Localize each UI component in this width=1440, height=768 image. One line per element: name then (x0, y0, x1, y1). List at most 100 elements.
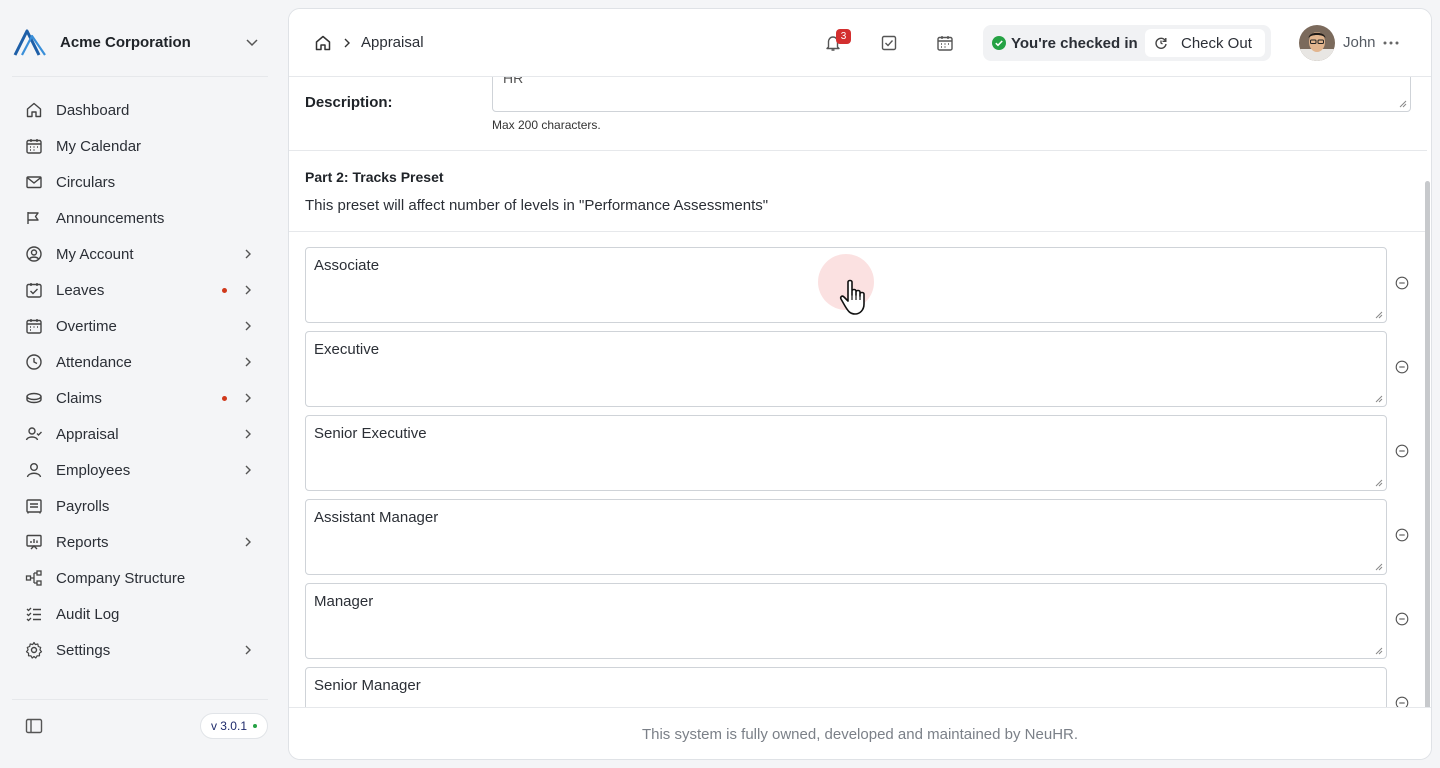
minus-circle-icon[interactable] (1394, 527, 1410, 543)
sidebar-item-overtime[interactable]: Overtime (12, 308, 268, 344)
chevron-right-icon (340, 35, 354, 51)
chevron-right-icon (240, 282, 256, 298)
level-row: Assistant Manager (305, 499, 1415, 575)
sidebar-divider (12, 76, 268, 77)
org-switcher[interactable]: Acme Corporation (12, 24, 268, 60)
description-textarea[interactable]: HR (492, 77, 1411, 112)
sidebar-nav: Dashboard My Calendar Circulars Announce… (12, 92, 268, 668)
sidebar-item-reports[interactable]: Reports (12, 524, 268, 560)
chevron-right-icon (240, 462, 256, 478)
description-hint: Max 200 characters. (492, 118, 601, 132)
top-bar: Appraisal 3 You're checked in Check Out … (289, 9, 1431, 77)
task-check-icon[interactable] (879, 33, 899, 53)
level-textarea[interactable]: Associate (305, 247, 1387, 323)
mail-icon (24, 172, 44, 192)
version-text: v 3.0.1 (210, 719, 247, 733)
level-row: Senior Manager (305, 667, 1415, 707)
minus-circle-icon[interactable] (1394, 443, 1410, 459)
resize-handle-icon[interactable] (1375, 563, 1383, 571)
user-check-icon (24, 424, 44, 444)
sidebar-item-company-structure[interactable]: Company Structure (12, 560, 268, 596)
sidebar-divider (12, 699, 268, 700)
sidebar-item-dashboard[interactable]: Dashboard (12, 92, 268, 128)
calendar-icon (24, 136, 44, 156)
sidebar-item-leaves[interactable]: Leaves (12, 272, 268, 308)
check-out-button[interactable]: Check Out (1145, 29, 1265, 57)
level-value: Executive (314, 341, 380, 358)
checklist-icon (24, 604, 44, 624)
level-row: Associate (305, 247, 1415, 323)
sidebar-item-attendance[interactable]: Attendance (12, 344, 268, 380)
sidebar-item-payrolls[interactable]: Payrolls (12, 488, 268, 524)
level-textarea[interactable]: Senior Manager (305, 667, 1387, 707)
level-textarea[interactable]: Executive (305, 331, 1387, 407)
sidebar-item-claims[interactable]: Claims (12, 380, 268, 416)
home-icon[interactable] (313, 33, 333, 53)
section-divider (289, 150, 1427, 151)
level-value: Senior Executive (314, 425, 427, 442)
level-row: Manager (305, 583, 1415, 659)
level-textarea[interactable]: Assistant Manager (305, 499, 1387, 575)
chevron-right-icon (240, 642, 256, 658)
sidebar-item-label: My Account (56, 245, 134, 263)
resize-handle-icon[interactable] (1375, 479, 1383, 487)
more-horizontal-icon[interactable] (1381, 33, 1401, 53)
checkin-status-pill: You're checked in Check Out (983, 25, 1271, 61)
level-value: Assistant Manager (314, 509, 439, 526)
level-textarea[interactable]: Senior Executive (305, 415, 1387, 491)
sidebar-item-employees[interactable]: Employees (12, 452, 268, 488)
sidebar-item-audit-log[interactable]: Audit Log (12, 596, 268, 632)
calendar-check-icon (24, 280, 44, 300)
sidebar-item-label: Appraisal (56, 425, 119, 443)
sidebar-item-my-calendar[interactable]: My Calendar (12, 128, 268, 164)
minus-circle-icon[interactable] (1394, 275, 1410, 291)
chevron-down-icon[interactable] (242, 32, 262, 52)
sidebar-item-label: Payrolls (56, 497, 110, 515)
sidebar-item-label: Company Structure (56, 569, 186, 587)
user-circle-icon (24, 244, 44, 264)
gear-icon (24, 640, 44, 660)
level-value: Associate (314, 257, 380, 274)
sidebar-item-circulars[interactable]: Circulars (12, 164, 268, 200)
section-divider (289, 231, 1427, 232)
resize-handle-icon[interactable] (1375, 647, 1383, 655)
user-avatar[interactable] (1299, 25, 1335, 61)
sidebar-item-settings[interactable]: Settings (12, 632, 268, 668)
home-icon (24, 100, 44, 120)
page-footer: This system is fully owned, developed an… (289, 707, 1431, 759)
user-icon (24, 460, 44, 480)
calendar-icon[interactable] (935, 33, 955, 53)
hierarchy-icon (24, 568, 44, 588)
status-dot (253, 724, 257, 728)
coins-icon (24, 388, 44, 408)
sidebar-item-label: Overtime (56, 317, 117, 335)
sidebar-footer: v 3.0.1 (12, 708, 268, 744)
chevron-right-icon (240, 354, 256, 370)
sidebar-item-appraisal[interactable]: Appraisal (12, 416, 268, 452)
notification-dot (222, 396, 227, 401)
user-name[interactable]: John (1343, 34, 1376, 51)
description-value: HR (503, 77, 524, 86)
sidebar-item-my-account[interactable]: My Account (12, 236, 268, 272)
level-textarea[interactable]: Manager (305, 583, 1387, 659)
minus-circle-icon[interactable] (1394, 695, 1410, 707)
footer-text: This system is fully owned, developed an… (641, 726, 1079, 743)
level-value: Senior Manager (314, 677, 421, 694)
minus-circle-icon[interactable] (1394, 611, 1410, 627)
sidebar-item-announcements[interactable]: Announcements (12, 200, 268, 236)
sidebar-item-label: Circulars (56, 173, 116, 191)
minus-circle-icon[interactable] (1394, 359, 1410, 375)
sidebar-toggle-icon[interactable] (24, 716, 44, 736)
chevron-right-icon (240, 426, 256, 442)
sidebar: Acme Corporation Dashboard My Calendar C… (0, 0, 280, 768)
resize-handle-icon[interactable] (1375, 395, 1383, 403)
sidebar-item-label: Claims (56, 389, 102, 407)
acme-logo-icon (12, 24, 48, 60)
sidebar-item-label: Settings (56, 641, 111, 659)
scrollbar[interactable] (1425, 181, 1430, 707)
resize-handle-icon[interactable] (1399, 100, 1407, 108)
notification-badge: 3 (836, 29, 851, 44)
sidebar-item-label: My Calendar (56, 137, 142, 155)
sidebar-item-label: Dashboard (56, 101, 130, 119)
resize-handle-icon[interactable] (1375, 311, 1383, 319)
